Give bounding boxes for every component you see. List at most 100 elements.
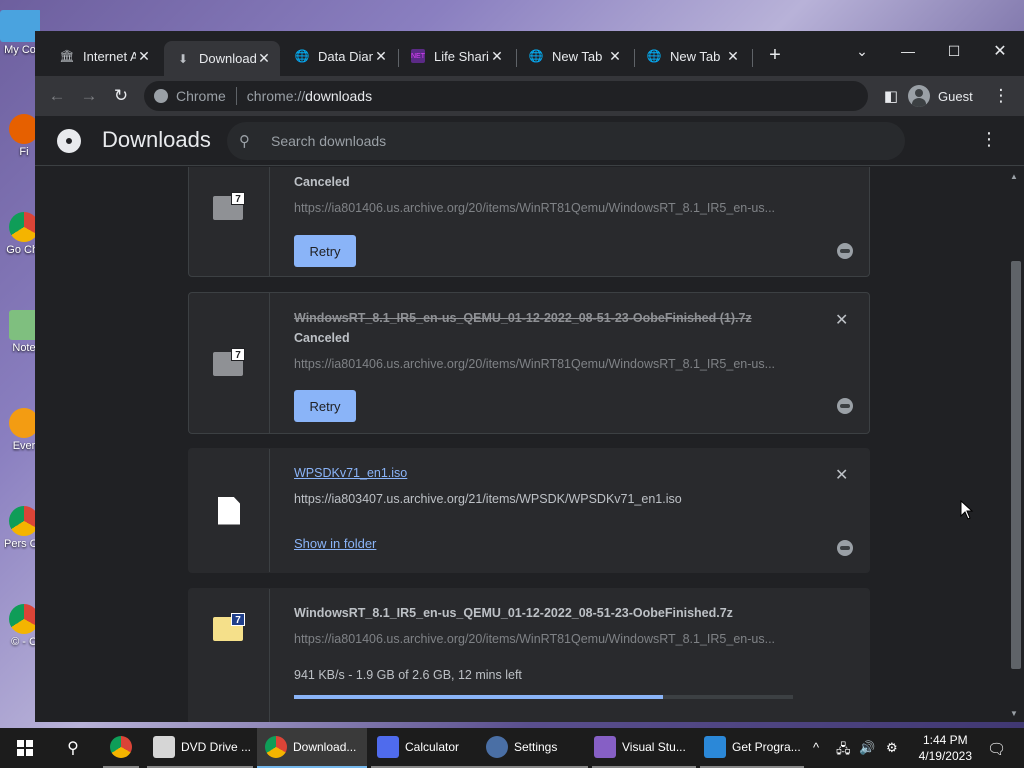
chrome-icon (265, 736, 287, 758)
globe-icon: 🌐 (528, 49, 544, 63)
download-status: Canceled (294, 331, 350, 345)
tab-close-icon[interactable]: ✕ (136, 48, 152, 65)
start-button[interactable] (10, 728, 40, 768)
download-progress-text: 941 KB/s - 1.9 GB of 2.6 GB, 12 mins lef… (294, 668, 522, 682)
tab-life-sharing[interactable]: NET Life Sharin ✕ (399, 41, 513, 71)
search-downloads-box[interactable]: ⚲ (227, 122, 905, 160)
scroll-up-arrow-icon[interactable]: ▲ (1010, 172, 1018, 181)
download-item: 7 WindowsRT_8.1_IR5_en-us_QEMU_01-12-202… (188, 292, 870, 434)
tab-close-icon[interactable]: ✕ (489, 48, 505, 65)
download-item: 7 WindowsRT_8.1_IR5_en-us_QEMU_01-12-202… (188, 588, 870, 722)
url-scheme: chrome:// (246, 88, 306, 104)
windows-logo-icon (17, 740, 33, 756)
explorer-icon (153, 736, 175, 758)
network-icon[interactable]: 🖧 (836, 740, 851, 762)
7z-archive-icon: 7 (213, 348, 245, 378)
mouse-cursor-icon (960, 500, 974, 520)
taskbar-item-chrome[interactable] (103, 728, 139, 768)
new-tab-plus-icon[interactable]: + (753, 41, 797, 69)
tab-data-diandian[interactable]: 🌐 Data Dian ✕ (283, 41, 397, 71)
chrome-window: 🏛 Internet A ✕ ⬇ Download ✕ 🌐 Data Dian … (35, 31, 1024, 722)
show-in-folder-link[interactable]: Show in folder (294, 536, 376, 551)
clock-date: 4/19/2023 (918, 749, 972, 763)
page-title: Downloads (102, 127, 211, 152)
address-bar[interactable]: Chrome chrome://downloads (144, 81, 868, 111)
search-input[interactable] (271, 133, 871, 149)
download-url[interactable]: https://ia803407.us.archive.org/21/items… (294, 492, 796, 506)
download-filename: WindowsRT_8.1_IR5_en-us_QEMU_01-12-2022_… (294, 311, 752, 325)
downloads-header: Downloads ⚲ ⋮ (35, 116, 1024, 166)
retry-button[interactable]: Retry (294, 390, 356, 422)
download-filename: WindowsRT_8.1_IR5_en-us_QEMU_01-12-2022_… (294, 606, 733, 620)
side-panel-icon[interactable]: ◧ (877, 82, 905, 110)
tab-strip: 🏛 Internet A ✕ ⬇ Download ✕ 🌐 Data Dian … (35, 31, 1024, 76)
minimize-icon[interactable]: — (885, 37, 931, 65)
taskbar-item-get-programs[interactable]: Get Progra... (700, 728, 804, 768)
chrome-logo-icon (154, 89, 168, 103)
chrome-icon (110, 736, 132, 758)
taskbar-item-dvd-drive[interactable]: DVD Drive ... (147, 728, 253, 768)
tab-close-icon[interactable]: ✕ (256, 50, 272, 67)
taskbar-item-downloads-chrome[interactable]: Download... (257, 728, 367, 768)
scroll-down-arrow-icon[interactable]: ▼ (1010, 709, 1018, 718)
gear-icon (486, 736, 508, 758)
back-arrow-icon[interactable]: ← (43, 82, 71, 110)
tab-downloads[interactable]: ⬇ Download ✕ (164, 41, 280, 76)
file-icon-column: 7 (189, 293, 270, 433)
taskbar-item-calculator[interactable]: Calculator (371, 728, 481, 768)
download-filename-link[interactable]: WPSDKv71_en1.iso (294, 466, 407, 480)
omnibox-divider (235, 87, 237, 105)
notifications-icon[interactable]: 🗨 (987, 740, 1006, 758)
site-chip[interactable]: Chrome (154, 88, 226, 104)
incognito-icon (837, 243, 853, 259)
taskbar-item-settings[interactable]: Settings (480, 728, 588, 768)
profile-button[interactable]: Guest (908, 81, 973, 111)
remove-item-close-icon[interactable]: ✕ (835, 465, 848, 485)
browser-toolbar: ← → ↻ Chrome chrome://downloads ◧ Guest … (35, 76, 1024, 116)
reload-icon[interactable]: ↻ (107, 82, 135, 110)
avatar-icon (908, 85, 930, 107)
download-url[interactable]: https://ia801406.us.archive.org/20/items… (294, 201, 796, 215)
download-url[interactable]: https://ia801406.us.archive.org/20/items… (294, 632, 796, 646)
download-url[interactable]: https://ia801406.us.archive.org/20/items… (294, 357, 796, 371)
more-actions-icon[interactable]: ⋮ (979, 129, 999, 150)
url-host: downloads (305, 88, 373, 104)
chrome-logo-icon (57, 129, 81, 153)
tab-new-tab-2[interactable]: 🌐 New Tab ✕ (635, 41, 749, 71)
retry-button[interactable]: Retry (294, 235, 356, 267)
progress-fill (294, 695, 664, 699)
settings-gear-icon[interactable]: ⚙ (886, 740, 898, 756)
tab-internet-archive[interactable]: 🏛 Internet A ✕ (48, 41, 160, 71)
tab-search-chevron-icon[interactable]: ⌄ (839, 37, 885, 65)
tab-close-icon[interactable]: ✕ (725, 48, 741, 65)
netart-icon: NET (411, 49, 425, 63)
file-document-icon (218, 496, 240, 525)
file-icon-column (189, 449, 270, 572)
maximize-icon[interactable]: ☐ (931, 37, 977, 65)
taskbar-clock[interactable]: 1:44 PM 4/19/2023 (919, 732, 972, 764)
file-icon-column: 7 (189, 589, 270, 722)
show-hidden-icons-chevron-icon[interactable]: ^ (813, 740, 819, 755)
volume-icon[interactable]: 🔊 (859, 740, 875, 756)
download-icon: ⬇ (177, 51, 189, 66)
close-window-icon[interactable]: ✕ (977, 37, 1023, 65)
computer-icon (0, 10, 40, 42)
scrollbar-thumb[interactable] (1011, 261, 1021, 669)
forward-arrow-icon[interactable]: → (75, 82, 103, 110)
download-progress-bar (294, 695, 793, 699)
download-item: WPSDKv71_en1.iso https://ia803407.us.arc… (188, 448, 870, 573)
tab-close-icon[interactable]: ✕ (373, 48, 389, 65)
globe-icon: 🌐 (294, 49, 310, 63)
tab-new-tab-1[interactable]: 🌐 New Tab ✕ (517, 41, 631, 71)
museum-icon: 🏛 (59, 49, 75, 63)
file-icon-column: 7 (189, 167, 270, 276)
download-status: Canceled (294, 175, 350, 189)
clock-time: 1:44 PM (922, 733, 968, 747)
tab-close-icon[interactable]: ✕ (607, 48, 623, 65)
search-icon[interactable]: ⚲ (58, 728, 88, 768)
remove-item-close-icon[interactable]: ✕ (835, 310, 848, 330)
desktop-icon-my-computer[interactable]: My Co (0, 10, 40, 56)
search-icon: ⚲ (239, 133, 250, 150)
taskbar-item-visual-studio[interactable]: Visual Stu... (592, 728, 696, 768)
browser-menu-icon[interactable]: ⋮ (987, 82, 1015, 110)
